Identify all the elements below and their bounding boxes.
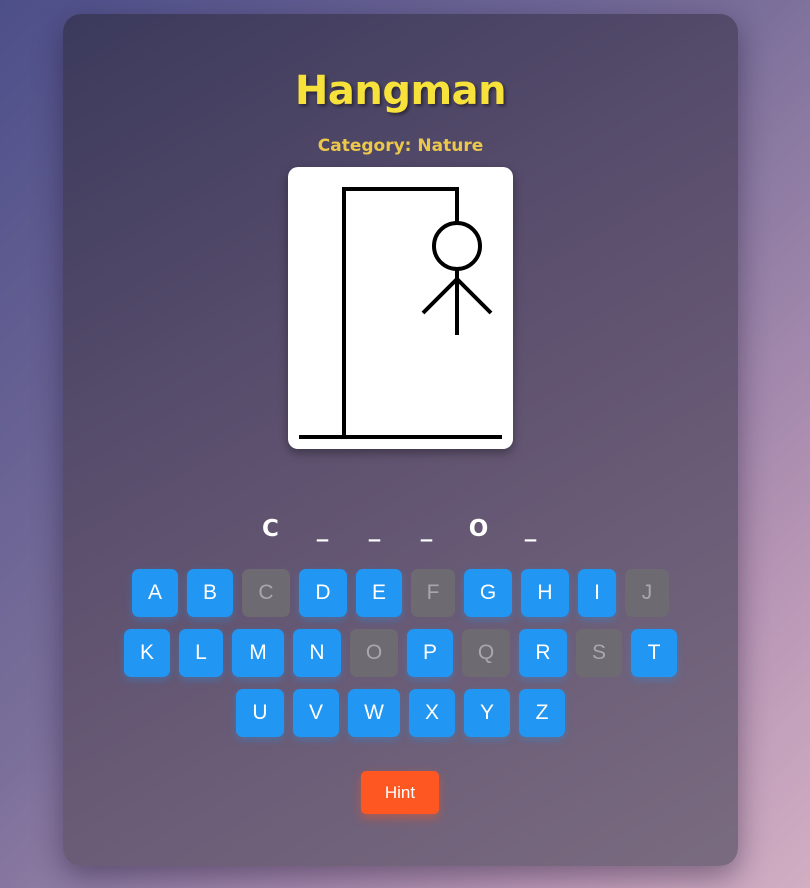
word-slot: O xyxy=(468,516,489,542)
key-l[interactable]: L xyxy=(179,629,223,677)
key-f: F xyxy=(411,569,455,617)
hangman-right-arm xyxy=(455,277,493,315)
key-t[interactable]: T xyxy=(631,629,677,677)
key-s: S xyxy=(576,629,622,677)
key-j: J xyxy=(625,569,669,617)
key-o: O xyxy=(350,629,398,677)
key-z[interactable]: Z xyxy=(519,689,565,737)
word-slot: _ xyxy=(420,516,433,542)
hint-button[interactable]: Hint xyxy=(361,771,439,814)
word-display: C _ _ _ O _ xyxy=(63,516,738,542)
key-a[interactable]: A xyxy=(132,569,178,617)
gallows-svg xyxy=(299,187,502,439)
key-g[interactable]: G xyxy=(464,569,512,617)
key-d[interactable]: D xyxy=(299,569,347,617)
key-b[interactable]: B xyxy=(187,569,233,617)
key-k[interactable]: K xyxy=(124,629,170,677)
keyboard-row-3: U V W X Y Z xyxy=(63,689,738,737)
word-slot: _ xyxy=(524,516,537,542)
key-i[interactable]: I xyxy=(578,569,616,617)
game-card: Hangman Category: Nature C _ _ _ O _ A B… xyxy=(63,14,738,866)
key-r[interactable]: R xyxy=(519,629,567,677)
key-h[interactable]: H xyxy=(521,569,569,617)
key-n[interactable]: N xyxy=(293,629,341,677)
hangman-left-arm xyxy=(421,277,459,315)
keyboard-row-1: A B C D E F G H I J xyxy=(63,569,738,617)
key-u[interactable]: U xyxy=(236,689,284,737)
word-slot: C xyxy=(262,516,279,542)
hangman-head xyxy=(432,221,482,271)
category-label: Category: Nature xyxy=(317,136,484,156)
key-x[interactable]: X xyxy=(409,689,455,737)
key-w[interactable]: W xyxy=(348,689,400,737)
hangman-drawing xyxy=(288,167,513,449)
word-slot: _ xyxy=(368,516,381,542)
key-v[interactable]: V xyxy=(293,689,339,737)
key-p[interactable]: P xyxy=(407,629,453,677)
key-c: C xyxy=(242,569,290,617)
key-m[interactable]: M xyxy=(232,629,284,677)
key-q: Q xyxy=(462,629,510,677)
keyboard-row-2: K L M N O P Q R S T xyxy=(63,629,738,677)
letter-keyboard: A B C D E F G H I J K L M N O P Q R S T … xyxy=(63,569,738,749)
game-title: Hangman xyxy=(294,68,507,114)
key-y[interactable]: Y xyxy=(464,689,510,737)
word-slot: _ xyxy=(316,516,329,542)
key-e[interactable]: E xyxy=(356,569,402,617)
